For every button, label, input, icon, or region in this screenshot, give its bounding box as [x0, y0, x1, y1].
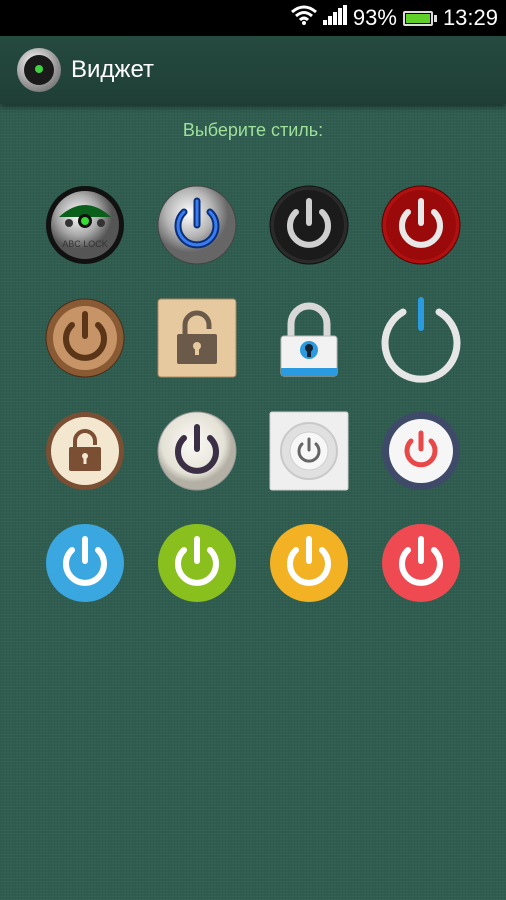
ring-power-blue-icon[interactable] — [381, 297, 461, 383]
square-power-icon[interactable] — [269, 411, 349, 491]
chrome-power-blue-icon[interactable] — [157, 185, 237, 265]
navy-power-icon[interactable] — [381, 411, 461, 491]
style-grid: ABC LOCK — [0, 0, 506, 900]
wood-power-icon[interactable] — [45, 298, 125, 378]
wood-padlock-icon[interactable] — [157, 298, 237, 378]
red-power-icon[interactable] — [381, 523, 461, 603]
blue-power-icon[interactable] — [45, 523, 125, 603]
padlock-icon[interactable] — [269, 298, 349, 378]
dark-carbon-power-icon[interactable] — [269, 185, 349, 265]
abc-lock-icon[interactable]: ABC LOCK — [45, 185, 125, 265]
yellow-power-icon[interactable] — [269, 523, 349, 603]
green-power-icon[interactable] — [157, 523, 237, 603]
pearl-power-icon[interactable] — [157, 411, 237, 491]
beige-padlock-icon[interactable] — [45, 411, 125, 491]
red-fabric-power-icon[interactable] — [381, 185, 461, 265]
svg-text:ABC LOCK: ABC LOCK — [62, 239, 108, 249]
